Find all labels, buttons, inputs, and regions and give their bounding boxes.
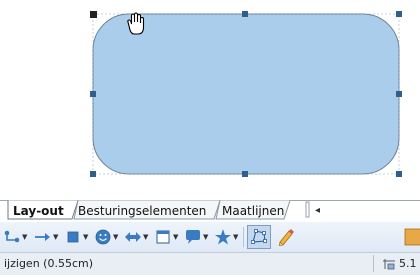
basic-shapes-dropdown-icon[interactable]: ▼ xyxy=(83,233,88,241)
position-icon xyxy=(383,259,395,270)
flowchart-icon[interactable] xyxy=(154,228,172,246)
arrow-right-icon[interactable] xyxy=(33,228,51,246)
stars-dropdown-icon[interactable]: ▼ xyxy=(233,233,238,241)
handle-bottom-right[interactable] xyxy=(396,171,402,177)
points-edit-button[interactable] xyxy=(247,225,271,249)
callouts-dropdown-icon[interactable]: ▼ xyxy=(203,233,208,241)
tab-splitter[interactable] xyxy=(305,201,310,218)
flowchart-dropdown-icon[interactable]: ▼ xyxy=(173,233,178,241)
star-icon[interactable] xyxy=(214,228,232,246)
points-edit-icon xyxy=(251,229,267,244)
status-position-value: 5.1 xyxy=(399,257,417,270)
pencil-icon[interactable] xyxy=(276,228,294,246)
tab-dimensions[interactable]: Maatlijnen xyxy=(222,204,284,218)
symbol-shapes-dropdown-icon[interactable]: ▼ xyxy=(113,233,118,241)
handle-middle-left[interactable] xyxy=(90,91,96,97)
connector-dropdown-icon[interactable]: ▼ xyxy=(22,233,27,241)
tab-layout[interactable]: Lay-out xyxy=(13,204,64,218)
handle-top-middle[interactable] xyxy=(242,11,248,17)
connector-icon[interactable] xyxy=(3,228,21,246)
drawing-canvas[interactable] xyxy=(0,0,420,196)
toolbar-separator xyxy=(243,227,244,247)
arrow-dropdown-icon[interactable]: ▼ xyxy=(53,233,58,241)
sheet-tab-bar: Lay-out Besturingselementen Maatlijnen ◂ xyxy=(0,196,420,222)
status-message: ijzigen (0.55cm) xyxy=(4,257,93,270)
drawing-area[interactable] xyxy=(0,0,420,196)
callout-icon[interactable] xyxy=(184,228,202,246)
rectangle-icon[interactable] xyxy=(64,228,82,246)
block-arrows-dropdown-icon[interactable]: ▼ xyxy=(143,233,148,241)
fontwork-icon[interactable] xyxy=(404,228,420,246)
handle-top-left[interactable] xyxy=(90,11,97,18)
handle-middle-right[interactable] xyxy=(396,91,402,97)
status-bar: ijzigen (0.55cm) 5.1 xyxy=(0,252,420,275)
status-divider xyxy=(373,255,374,272)
smiley-icon[interactable] xyxy=(94,228,112,246)
rounded-rectangle-shape[interactable] xyxy=(92,13,400,175)
tab-scroll-left-button[interactable]: ◂ xyxy=(315,205,320,216)
handle-bottom-middle[interactable] xyxy=(242,171,248,177)
handle-top-right[interactable] xyxy=(396,11,402,17)
tab-controls[interactable]: Besturingselementen xyxy=(78,204,206,218)
double-arrow-icon[interactable] xyxy=(124,228,142,246)
drawing-toolbar: ▼ ▼ ▼ ▼ ▼ ▼ ▼ ▼ xyxy=(0,222,420,252)
handle-bottom-left[interactable] xyxy=(90,171,96,177)
